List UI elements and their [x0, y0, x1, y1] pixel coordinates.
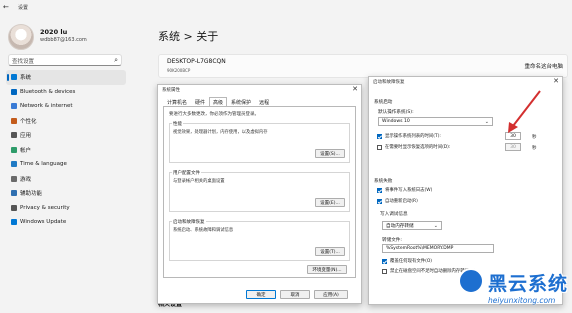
watermark-logo-icon: [458, 268, 484, 294]
annotation-arrow-icon: [508, 90, 541, 133]
watermark-url: heiyunxitong.com: [488, 296, 556, 305]
watermark: 黑云系统 heiyunxitong.com: [456, 268, 572, 313]
watermark-text: 黑云系统: [488, 273, 569, 295]
